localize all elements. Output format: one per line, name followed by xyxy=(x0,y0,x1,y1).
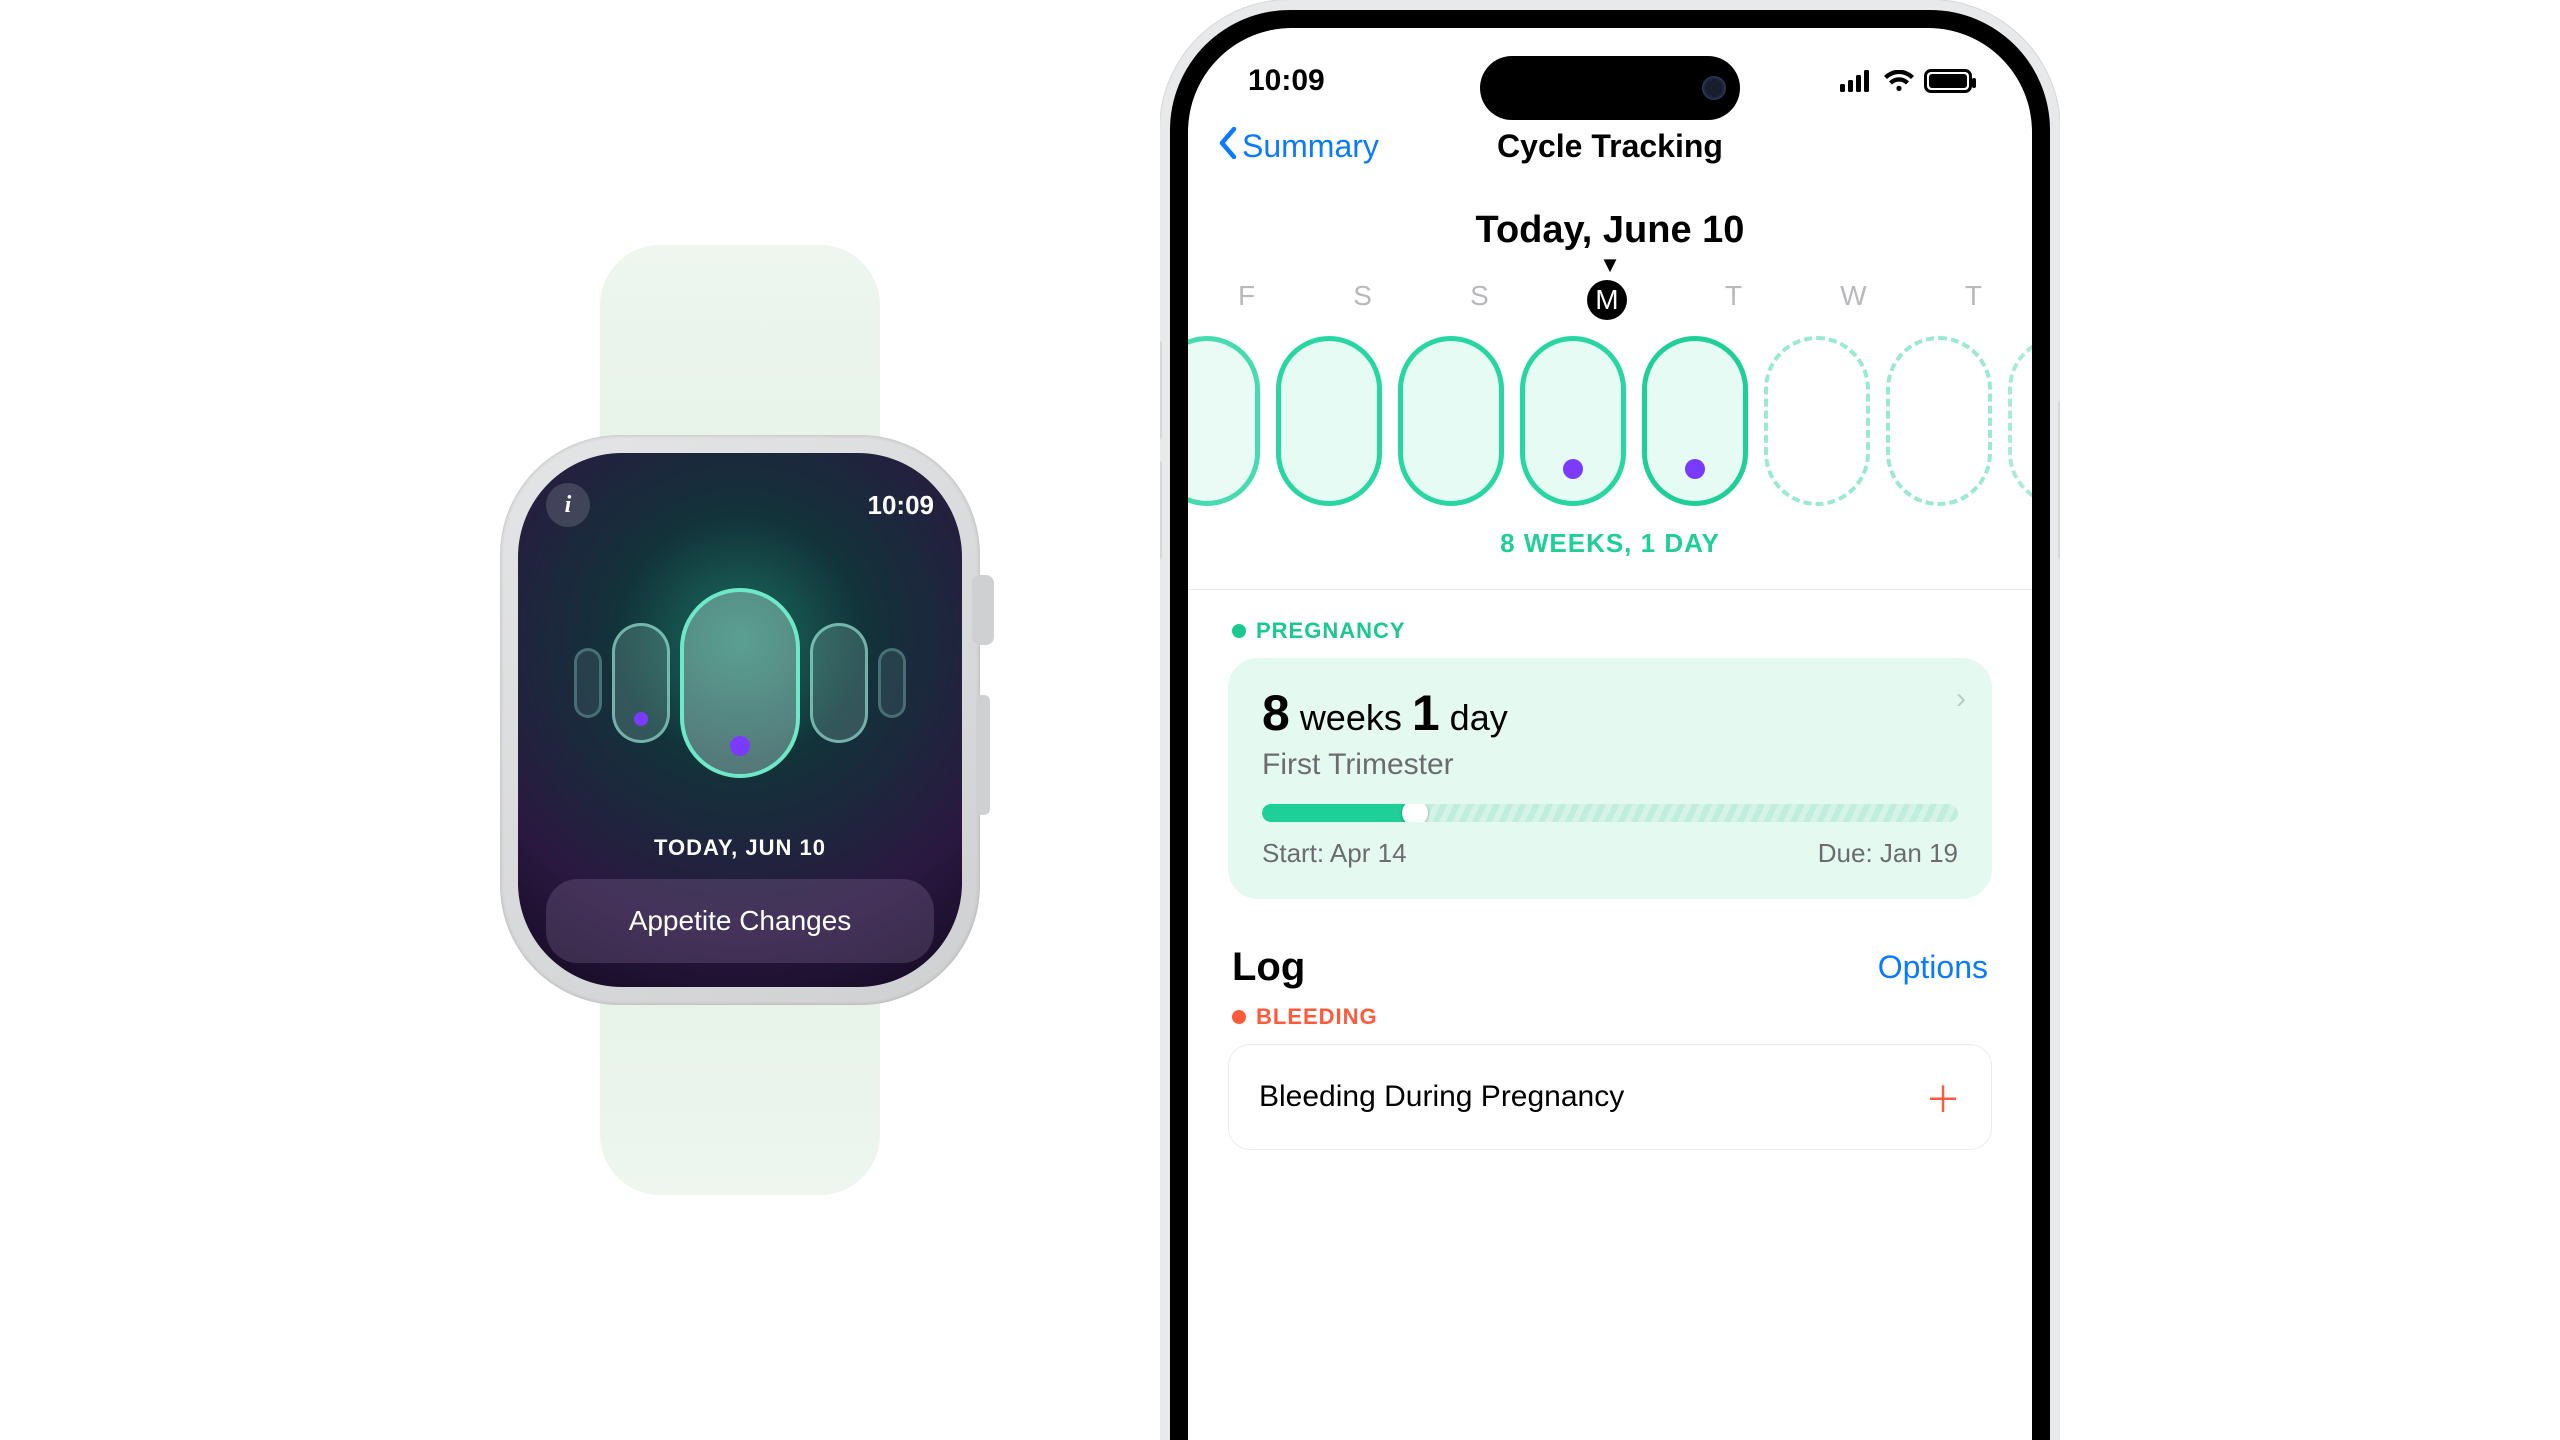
cycle-day-oval xyxy=(612,623,670,743)
pregnancy-dates-row: Start: Apr 14 Due: Jan 19 xyxy=(1262,838,1958,869)
info-icon[interactable]: i xyxy=(546,483,590,527)
nav-title: Cycle Tracking xyxy=(1497,128,1723,165)
today-marker-icon: ▼ xyxy=(1188,258,2032,272)
due-date-label: Due: Jan 19 xyxy=(1818,838,1958,869)
cycle-day-oval-future[interactable] xyxy=(1886,336,1992,506)
watch-cycle-ovals[interactable] xyxy=(546,537,934,829)
cycle-day-oval[interactable] xyxy=(1398,336,1504,506)
cycle-day-oval xyxy=(810,623,868,743)
section-label-text: BLEEDING xyxy=(1256,1004,1378,1030)
front-camera-icon xyxy=(1702,76,1726,100)
chevron-left-icon xyxy=(1218,127,1238,167)
trimester-label: First Trimester xyxy=(1262,748,1958,782)
back-button[interactable]: Summary xyxy=(1218,127,1379,167)
gestation-age-value: 8 weeks 1 day xyxy=(1262,684,1958,742)
cycle-day-oval[interactable] xyxy=(1188,336,1260,506)
weekday-letter: W xyxy=(1840,280,1866,320)
cycle-day-oval-future[interactable] xyxy=(2008,336,2032,506)
weekday-letter: S xyxy=(1470,280,1489,320)
chevron-right-icon: › xyxy=(1956,682,1966,716)
weeks-number: 8 xyxy=(1262,684,1290,742)
gestation-age-label: 8 WEEKS, 1 DAY xyxy=(1188,528,2032,559)
weekday-letter: S xyxy=(1353,280,1372,320)
battery-icon xyxy=(1924,69,1972,93)
pregnancy-progress-bar xyxy=(1262,804,1958,822)
watch-clock: 10:09 xyxy=(868,490,935,521)
symptom-dot-icon xyxy=(1563,459,1583,479)
volume-up-button[interactable] xyxy=(1160,340,1162,440)
watch-case: i 10:09 TODAY, JUN 10 Appetite Changes xyxy=(500,435,980,1005)
log-item-bleeding[interactable]: Bleeding During Pregnancy ＋ xyxy=(1228,1044,1992,1150)
watch-screen: i 10:09 TODAY, JUN 10 Appetite Changes xyxy=(518,453,962,987)
today-heading: Today, June 10 xyxy=(1188,209,2032,252)
watch-side-button[interactable] xyxy=(976,695,990,815)
iphone-device: 10:09 Summary xyxy=(1160,0,2060,1440)
nav-bar: Summary Cycle Tracking xyxy=(1188,98,2032,183)
digital-crown[interactable] xyxy=(972,575,994,645)
cellular-signal-icon xyxy=(1840,70,1874,92)
phone-screen: 10:09 Summary xyxy=(1188,28,2032,1440)
start-date-label: Start: Apr 14 xyxy=(1262,838,1407,869)
weekday-letter-active: M xyxy=(1587,280,1627,320)
divider xyxy=(1188,589,2032,590)
symptom-dot-icon xyxy=(1685,459,1705,479)
symptom-dot-icon xyxy=(634,712,648,726)
cycle-day-oval-today[interactable] xyxy=(680,588,800,778)
weekday-row: F S S M T W T xyxy=(1188,272,2032,320)
days-word: day xyxy=(1450,697,1508,739)
progress-fill xyxy=(1262,804,1415,822)
log-header: Log Options xyxy=(1188,899,2032,1004)
weekday-letter: T xyxy=(1965,280,1982,320)
log-item-label: Bleeding During Pregnancy xyxy=(1259,1080,1624,1114)
apple-watch-device: i 10:09 TODAY, JUN 10 Appetite Changes xyxy=(500,245,980,1195)
back-label: Summary xyxy=(1242,128,1379,165)
plus-icon[interactable]: ＋ xyxy=(1925,1071,1961,1123)
weekday-letter: T xyxy=(1725,280,1742,320)
bleeding-section-label: BLEEDING xyxy=(1188,1004,2032,1030)
cycle-day-oval[interactable] xyxy=(1520,336,1626,506)
progress-knob-icon xyxy=(1402,804,1428,822)
cycle-day-oval xyxy=(574,648,602,718)
pregnancy-card[interactable]: › 8 weeks 1 day First Trimester Start: A… xyxy=(1228,658,1992,899)
symptom-pill-button[interactable]: Appetite Changes xyxy=(546,879,934,963)
watch-date-label: TODAY, JUN 10 xyxy=(546,835,934,861)
log-heading: Log xyxy=(1232,945,1305,990)
pregnancy-section-label: PREGNANCY xyxy=(1188,618,2032,644)
status-time: 10:09 xyxy=(1248,64,1325,98)
weeks-word: weeks xyxy=(1300,697,1402,739)
cycle-day-oval-today[interactable] xyxy=(1642,336,1748,506)
bullet-icon xyxy=(1232,624,1246,638)
cycle-day-scroller[interactable] xyxy=(1188,320,2032,506)
cycle-day-oval-future[interactable] xyxy=(1764,336,1870,506)
options-button[interactable]: Options xyxy=(1878,949,1988,986)
power-button[interactable] xyxy=(2058,400,2060,560)
weekday-letter: F xyxy=(1238,280,1255,320)
section-label-text: PREGNANCY xyxy=(1256,618,1406,644)
days-number: 1 xyxy=(1412,684,1440,742)
bullet-icon xyxy=(1232,1010,1246,1024)
cycle-day-oval[interactable] xyxy=(1276,336,1382,506)
wifi-icon xyxy=(1884,70,1914,92)
cycle-day-oval xyxy=(878,648,906,718)
symptom-dot-icon xyxy=(730,736,750,756)
volume-down-button[interactable] xyxy=(1160,460,1162,560)
